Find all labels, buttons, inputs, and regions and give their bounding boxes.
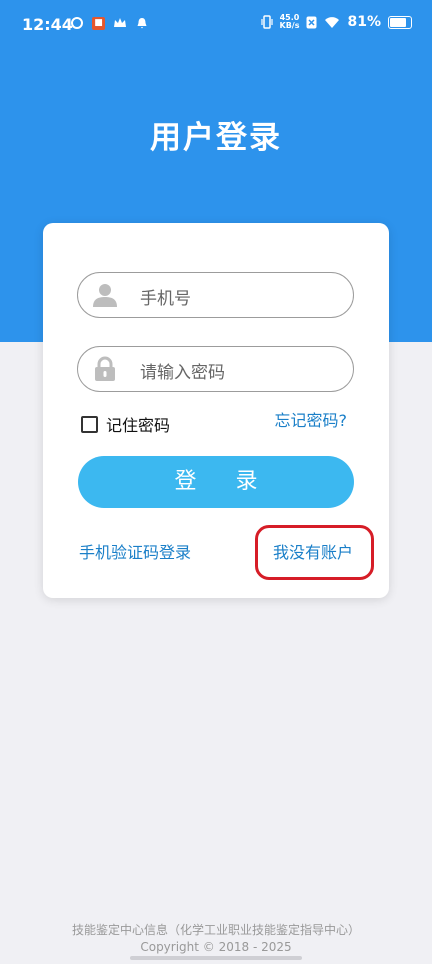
bell-icon [137,18,147,29]
phone-input[interactable]: 手机号 [77,272,354,318]
login-button[interactable]: 登 录 [78,456,354,508]
wifi-icon [325,16,340,28]
forgot-password-link[interactable]: 忘记密码? [275,407,348,431]
phone-placeholder: 手机号 [140,289,191,309]
sms-login-link[interactable]: 手机验证码登录 [79,539,191,563]
notification-icons: ■ [70,16,149,30]
crown-icon [114,18,126,27]
page-title: 用户登录 [150,120,282,156]
status-bar: 12:44 ■ 45.0 KB/s 81% [0,0,432,52]
status-time: 12:44 [22,15,73,34]
net-speed: 45.0 KB/s [280,14,300,30]
vibrate-icon [260,15,273,29]
user-icon [93,284,117,307]
battery-icon [388,15,412,29]
sim-icon [306,16,317,28]
remember-label: 记住密码 [106,416,171,435]
footer-copyright: Copyright © 2018 - 2025 [140,940,292,954]
password-placeholder: 请输入密码 [140,363,225,383]
footer-org: 技能鉴定中心信息（化学工业职业技能鉴定指导中心） [71,923,360,937]
status-right: 45.0 KB/s 81% [260,14,412,30]
sync-icon [71,17,83,29]
home-indicator[interactable] [130,956,302,960]
lock-icon [95,356,115,381]
highlight-annotation [255,525,374,580]
net-speed-unit: KB/s [279,21,300,30]
password-input[interactable]: 请输入密码 [77,346,354,392]
remember-password[interactable]: 记住密码 [81,412,170,436]
remember-checkbox[interactable] [81,415,98,433]
app-badge-icon: ■ [92,16,105,30]
battery-percent: 81% [347,14,381,30]
